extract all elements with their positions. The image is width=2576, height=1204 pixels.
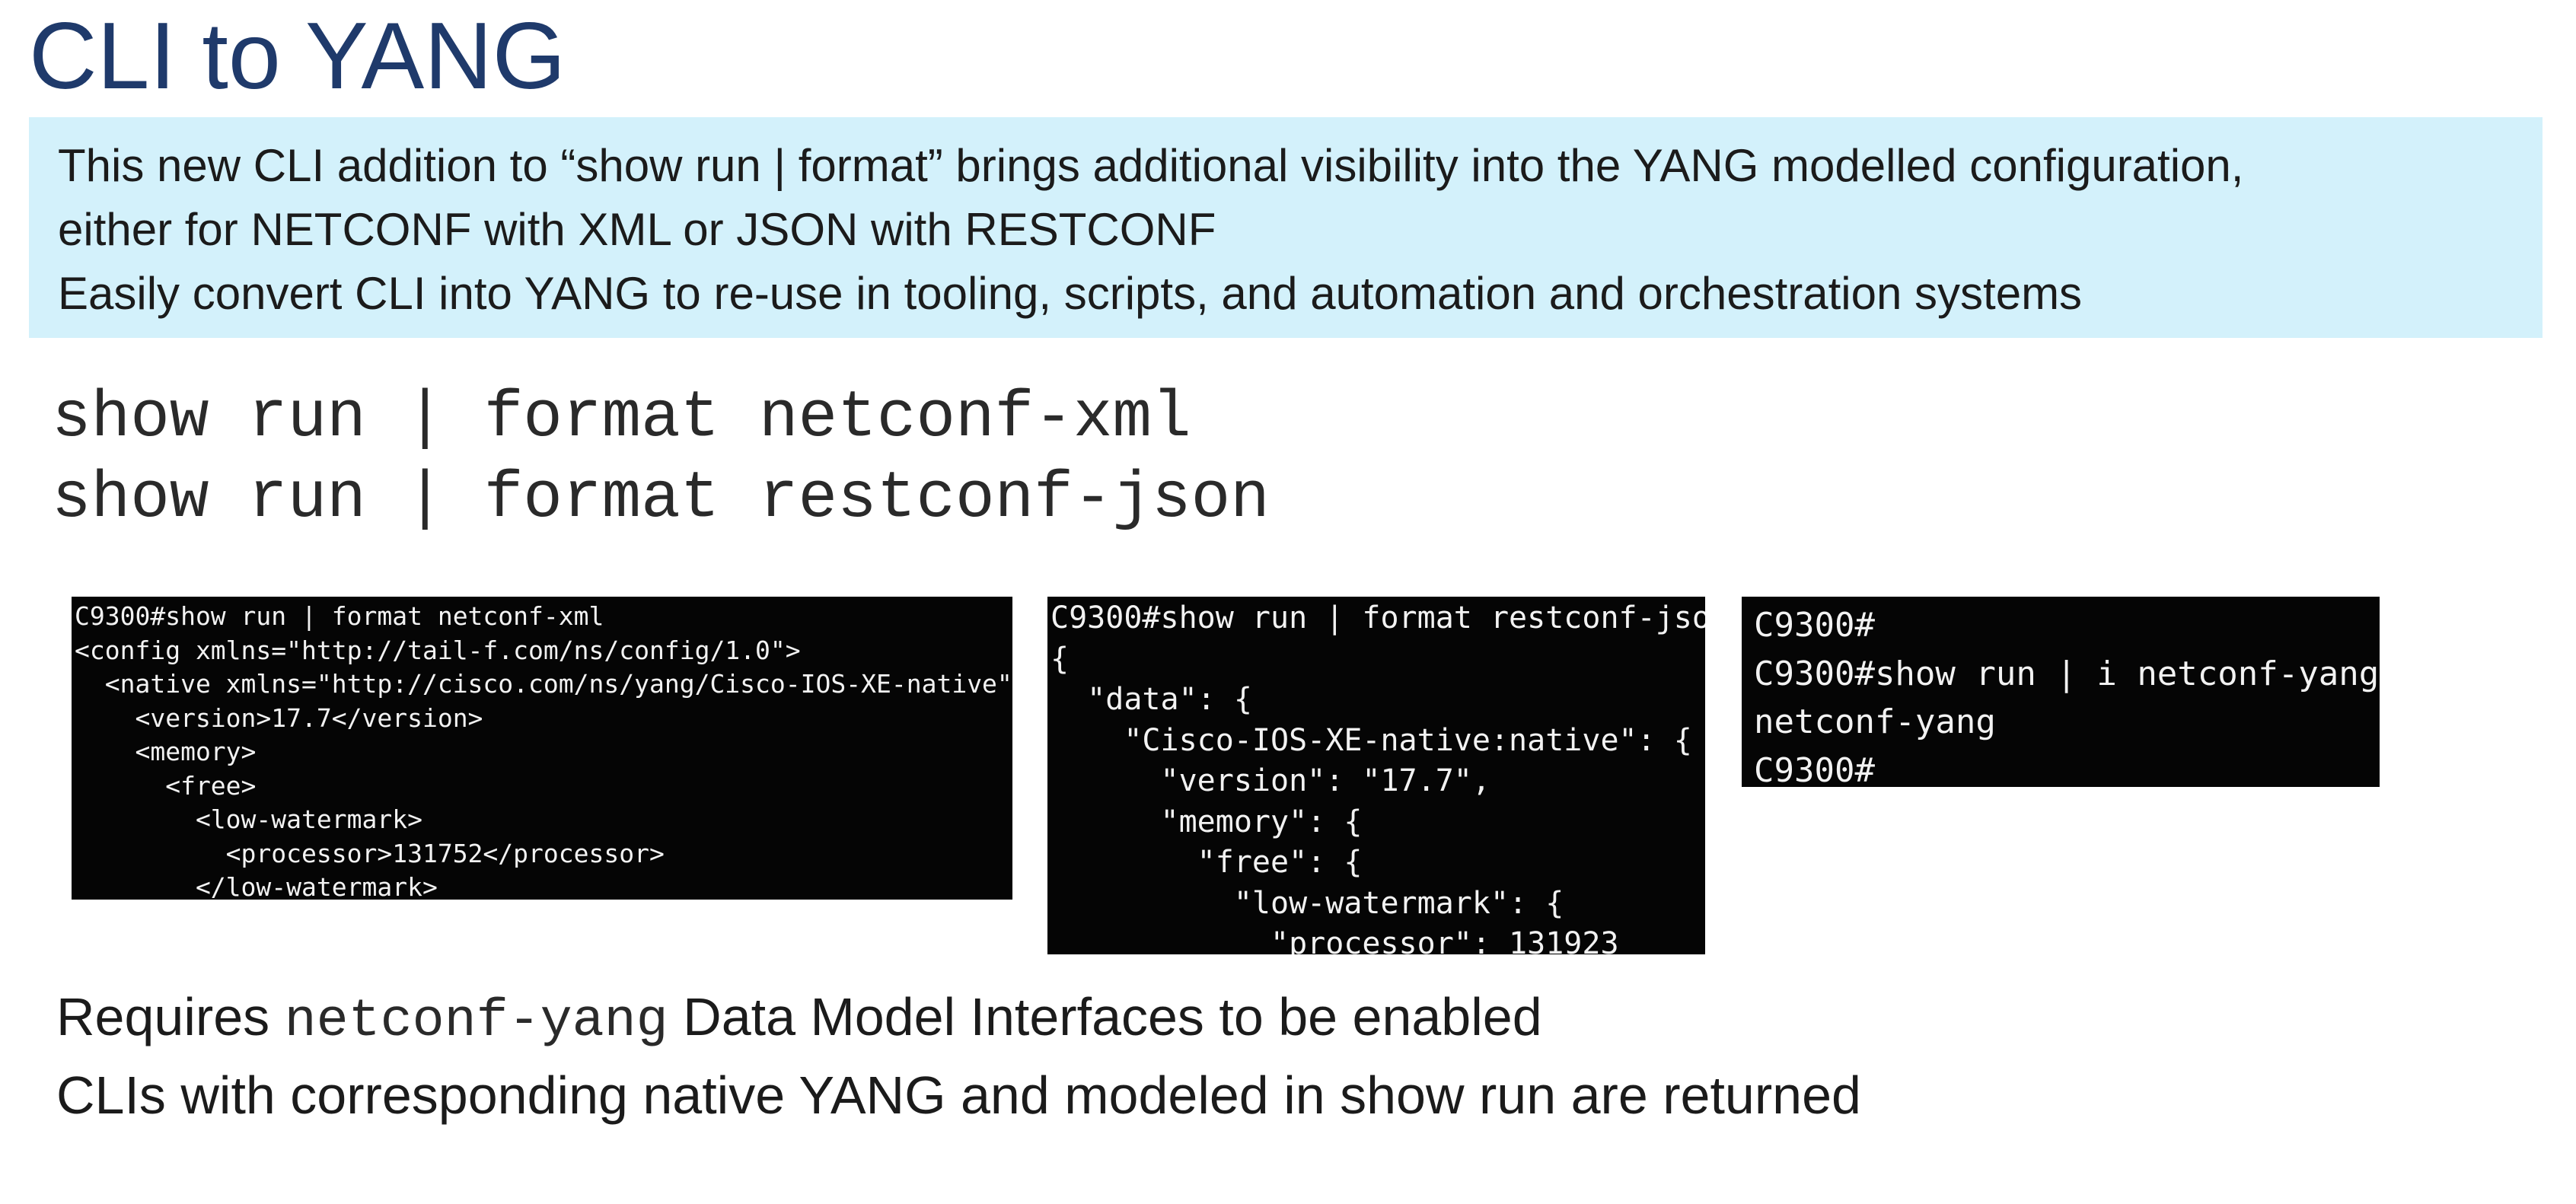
command-examples: show run | format netconf-xml show run |… <box>52 377 1270 539</box>
callout-line-1: This new CLI addition to “show run | for… <box>58 140 2244 191</box>
terminal-line: </low-watermark> <box>75 872 438 900</box>
terminal-line: C9300#show run | i netconf-yang <box>1754 654 2380 693</box>
terminal-netconf-yang-check: C9300# C9300#show run | i netconf-yang n… <box>1742 597 2380 787</box>
terminal-line: { <box>1050 641 1070 677</box>
terminal-line: "Cisco-IOS-XE-native:native": { <box>1050 722 1692 758</box>
terminal-line: C9300#show run | format restconf-json <box>1050 600 1705 635</box>
command-restconf-json: show run | format restconf-json <box>52 461 1270 536</box>
slide-title: CLI to YANG <box>29 4 566 109</box>
returned-clis-note: CLIs with corresponding native YANG and … <box>56 1065 1861 1125</box>
callout-line-2: either for NETCONF with XML or JSON with… <box>58 204 1216 255</box>
terminal-line: netconf-yang <box>1754 702 1996 741</box>
terminal-line: <version>17.7</version> <box>75 702 483 733</box>
terminal-line: <low-watermark> <box>75 804 422 834</box>
terminal-line: <native xmlns="http://cisco.com/ns/yang/… <box>75 669 1012 699</box>
terminal-line: C9300#show run | format netconf-xml <box>75 601 604 631</box>
note-suffix: Data Model Interfaces to be enabled <box>668 987 1542 1046</box>
callout-line-3: Easily convert CLI into YANG to re-use i… <box>58 268 2083 319</box>
terminal-line: C9300# <box>1754 750 1875 788</box>
terminal-line: "version": "17.7", <box>1050 763 1490 798</box>
note-prefix: Requires <box>56 987 285 1046</box>
terminal-line: "data": { <box>1050 682 1252 717</box>
terminal-line: "processor": 131923 <box>1050 926 1619 954</box>
netconf-yang-code: netconf-yang <box>284 992 668 1052</box>
terminal-netconf-xml: C9300#show run | format netconf-xml <con… <box>72 597 1012 900</box>
terminal-line: <memory> <box>75 737 257 766</box>
terminal-line: <config xmlns="http://tail-f.com/ns/conf… <box>75 635 801 665</box>
terminal-line: <processor>131752</processor> <box>75 838 665 868</box>
command-netconf-xml: show run | format netconf-xml <box>52 381 1191 455</box>
terminal-line: <free> <box>75 770 257 801</box>
requirement-notes: Requires netconf-yang Data Model Interfa… <box>56 980 1861 1132</box>
info-callout: This new CLI addition to “show run | for… <box>29 117 2543 338</box>
terminal-line: "free": { <box>1050 845 1363 880</box>
requirement-note: Requires netconf-yang Data Model Interfa… <box>56 980 1861 1059</box>
terminal-line: C9300# <box>1754 606 1875 645</box>
terminal-line: "low-watermark": { <box>1050 885 1564 921</box>
terminal-line: "memory": { <box>1050 804 1363 839</box>
terminal-restconf-json: C9300#show run | format restconf-json { … <box>1047 597 1705 954</box>
